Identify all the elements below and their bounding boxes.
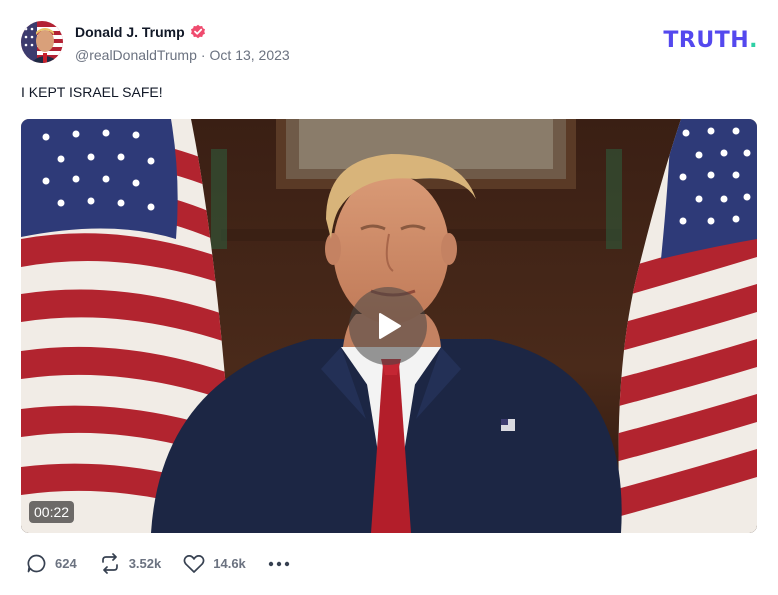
post-header: Donald J. Trump @realDonaldTrump · Oct 1… [21,19,758,65]
author-row: Donald J. Trump [75,24,206,40]
more-icon [268,561,289,566]
video-player[interactable]: 00:22 [21,119,757,533]
like-icon [183,554,205,573]
like-count: 14.6k [213,556,246,571]
truth-logo[interactable]: TRUTH. [663,28,758,53]
reply-count: 624 [55,556,77,571]
post-meta: @realDonaldTrump · Oct 13, 2023 [75,47,290,63]
brand-dot: . [749,28,758,53]
like-button[interactable]: 14.6k [183,554,246,574]
author-name[interactable]: Donald J. Trump [75,24,185,40]
play-icon [379,313,401,339]
video-duration: 00:22 [29,501,75,523]
reply-icon [27,554,46,573]
reply-button[interactable]: 624 [26,553,77,574]
post-date[interactable]: Oct 13, 2023 [210,47,290,63]
brand-word: TRUTH [663,28,750,53]
verified-badge-icon [190,24,206,40]
retruth-button[interactable]: 3.52k [99,553,162,574]
author-handle[interactable]: @realDonaldTrump [75,47,197,63]
retruth-count: 3.52k [128,556,162,571]
action-bar: 624 3.52k 14.6k [26,553,290,574]
meta-separator: · [200,47,206,63]
post-text: I KEPT ISRAEL SAFE! [21,84,163,100]
play-button[interactable] [349,287,427,365]
retruth-icon [101,553,118,574]
avatar[interactable] [21,21,63,63]
more-options-button[interactable] [268,561,290,567]
